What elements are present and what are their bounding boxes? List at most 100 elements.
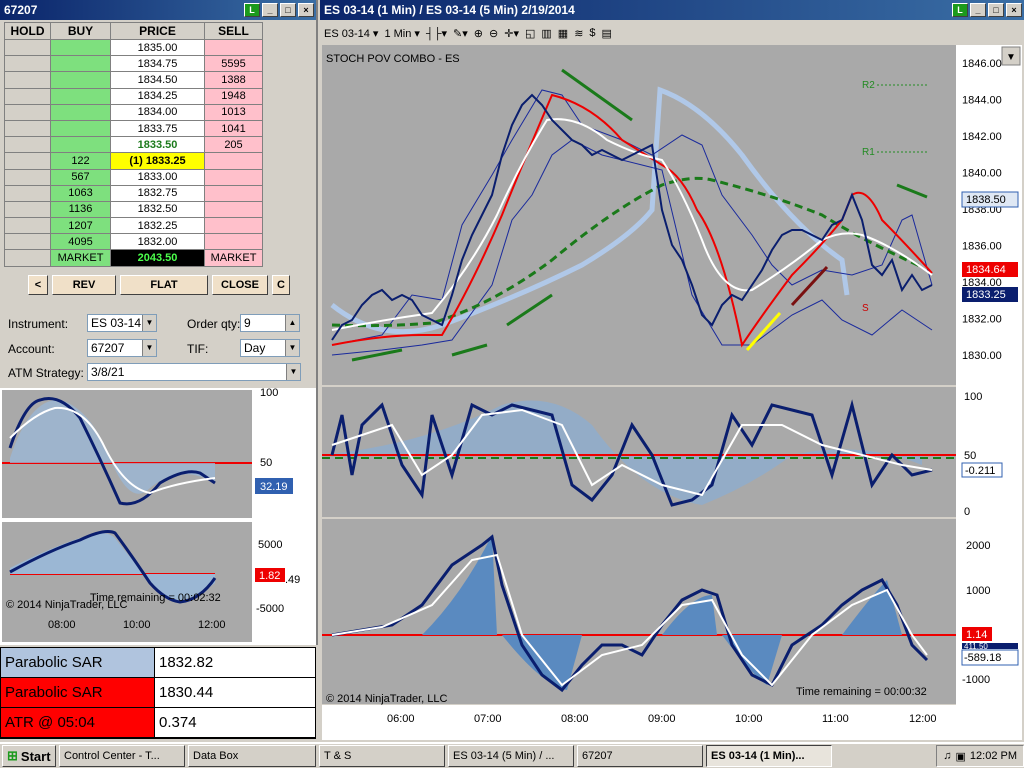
buy-cell[interactable]: [50, 103, 111, 121]
sell-cell[interactable]: 5595: [204, 55, 263, 73]
sell-cell[interactable]: [204, 200, 263, 219]
clock[interactable]: 12:02 PM: [970, 750, 1017, 762]
hold-header[interactable]: HOLD: [4, 22, 51, 40]
maximize-button[interactable]: □: [988, 3, 1004, 17]
hold-cell[interactable]: [4, 87, 51, 105]
buy-cell[interactable]: 4095: [50, 233, 111, 251]
price-cell[interactable]: 1834.75: [110, 55, 205, 73]
hold-cell[interactable]: [4, 152, 51, 170]
sell-cell[interactable]: 1041: [204, 119, 263, 138]
price-cell[interactable]: 1834.25: [110, 87, 205, 105]
price-cell[interactable]: 1832.75: [110, 184, 205, 202]
minimize-button[interactable]: _: [262, 3, 278, 17]
interval-dropdown[interactable]: 1 Min ▾: [384, 27, 419, 40]
price-cell[interactable]: 1833.75: [110, 119, 205, 138]
sell-cell[interactable]: [204, 233, 263, 251]
market-price[interactable]: 2043.50: [110, 249, 205, 267]
chart-area[interactable]: STOCH POV COMBO - ES R2 R1 S 1846.00 184…: [322, 45, 1022, 740]
hold-cell[interactable]: [4, 119, 51, 138]
atm-select[interactable]: 3/8/21 ▼: [87, 363, 301, 381]
price-cell[interactable]: 1834.50: [110, 71, 205, 89]
hold-cell[interactable]: [4, 38, 51, 57]
sell-cell[interactable]: [204, 217, 263, 235]
hold-cell[interactable]: [4, 200, 51, 219]
hold-cell[interactable]: [4, 249, 51, 267]
taskbar-item-data-box[interactable]: Data Box: [188, 745, 316, 767]
magnifier-icon[interactable]: ◱: [525, 27, 535, 40]
close-window-button[interactable]: ×: [298, 3, 314, 17]
price-cell[interactable]: (1) 1833.25: [110, 152, 205, 170]
properties-icon[interactable]: ▤: [602, 27, 612, 40]
hold-cell[interactable]: [4, 136, 51, 154]
sell-cell[interactable]: [204, 38, 263, 57]
sell-cell[interactable]: 1948: [204, 87, 263, 105]
buy-cell[interactable]: 1063: [50, 184, 111, 202]
taskbar-item-es-5min[interactable]: ES 03-14 (5 Min) / ...: [448, 745, 574, 767]
taskbar-item-control-center[interactable]: Control Center - T...: [59, 745, 185, 767]
zoom-in-icon[interactable]: ⊕: [474, 27, 483, 40]
buy-cell[interactable]: [50, 55, 111, 73]
tif-select[interactable]: Day ▼: [240, 339, 300, 357]
indicators-icon[interactable]: ≋: [574, 27, 583, 40]
chart-trader-icon[interactable]: ▥: [541, 27, 551, 40]
qty-stepper[interactable]: 9 ▲: [240, 314, 300, 332]
bar-type-icon[interactable]: ┤├▾: [426, 27, 447, 40]
account-select[interactable]: 67207 ▼: [87, 339, 157, 357]
left-button[interactable]: <: [28, 275, 48, 295]
taskbar-item-dom[interactable]: 67207: [577, 745, 703, 767]
price-cell[interactable]: 1834.00: [110, 103, 205, 121]
dollar-icon[interactable]: $: [589, 27, 595, 39]
price-cell[interactable]: 1832.00: [110, 233, 205, 251]
flat-button[interactable]: FLAT: [120, 275, 208, 295]
taskbar-item-es-1min[interactable]: ES 03-14 (1 Min)...: [706, 745, 832, 767]
link-icon[interactable]: L: [244, 3, 260, 17]
sell-cell[interactable]: 1388: [204, 71, 263, 89]
price-cell[interactable]: 1833.50: [110, 136, 205, 154]
market-sell-button[interactable]: MARKET: [204, 249, 263, 267]
buy-cell[interactable]: [50, 87, 111, 105]
hold-cell[interactable]: [4, 71, 51, 89]
price-cell[interactable]: 1835.00: [110, 38, 205, 57]
buy-cell[interactable]: [50, 38, 111, 57]
hold-cell[interactable]: [4, 103, 51, 121]
close-position-button[interactable]: CLOSE: [212, 275, 268, 295]
instrument-select[interactable]: ES 03-14 ▼: [87, 314, 157, 332]
price-cell[interactable]: 1833.00: [110, 168, 205, 186]
hold-cell[interactable]: [4, 55, 51, 73]
c-button[interactable]: C: [272, 275, 290, 295]
buy-cell[interactable]: [50, 136, 111, 154]
sell-cell[interactable]: [204, 168, 263, 186]
hold-cell[interactable]: [4, 217, 51, 235]
price-cell[interactable]: 1832.50: [110, 200, 205, 219]
buy-cell[interactable]: 1136: [50, 200, 111, 219]
sell-cell[interactable]: 205: [204, 136, 263, 154]
hold-cell[interactable]: [4, 233, 51, 251]
hold-cell[interactable]: [4, 168, 51, 186]
link-icon[interactable]: L: [952, 3, 968, 17]
rev-button[interactable]: REV: [52, 275, 116, 295]
sell-cell[interactable]: [204, 152, 263, 170]
buy-cell[interactable]: 122: [50, 152, 111, 170]
taskbar-item-t-and-s[interactable]: T & S: [319, 745, 445, 767]
instrument-dropdown[interactable]: ES 03-14 ▾: [324, 27, 378, 40]
buy-cell[interactable]: [50, 71, 111, 89]
sell-cell[interactable]: 1013: [204, 103, 263, 121]
hold-cell[interactable]: [4, 184, 51, 202]
buy-cell[interactable]: 567: [50, 168, 111, 186]
minimize-button[interactable]: _: [970, 3, 986, 17]
sell-cell[interactable]: [204, 184, 263, 202]
buy-cell[interactable]: 1207: [50, 217, 111, 235]
buy-cell[interactable]: [50, 119, 111, 138]
network-icon[interactable]: ▣: [956, 750, 966, 763]
price-cell[interactable]: 1832.25: [110, 217, 205, 235]
strategies-icon[interactable]: ▦: [558, 27, 568, 40]
pencil-icon[interactable]: ✎▾: [453, 27, 468, 40]
zoom-out-icon[interactable]: ⊖: [489, 27, 498, 40]
maximize-button[interactable]: □: [280, 3, 296, 17]
crosshair-icon[interactable]: ✛▾: [504, 27, 519, 40]
close-window-button[interactable]: ×: [1006, 3, 1022, 17]
volume-icon[interactable]: ♫: [943, 750, 951, 762]
market-buy-button[interactable]: MARKET: [50, 249, 111, 267]
start-button[interactable]: ⊞ Start: [2, 745, 56, 767]
mom-tick-2000: 2000: [966, 540, 990, 552]
